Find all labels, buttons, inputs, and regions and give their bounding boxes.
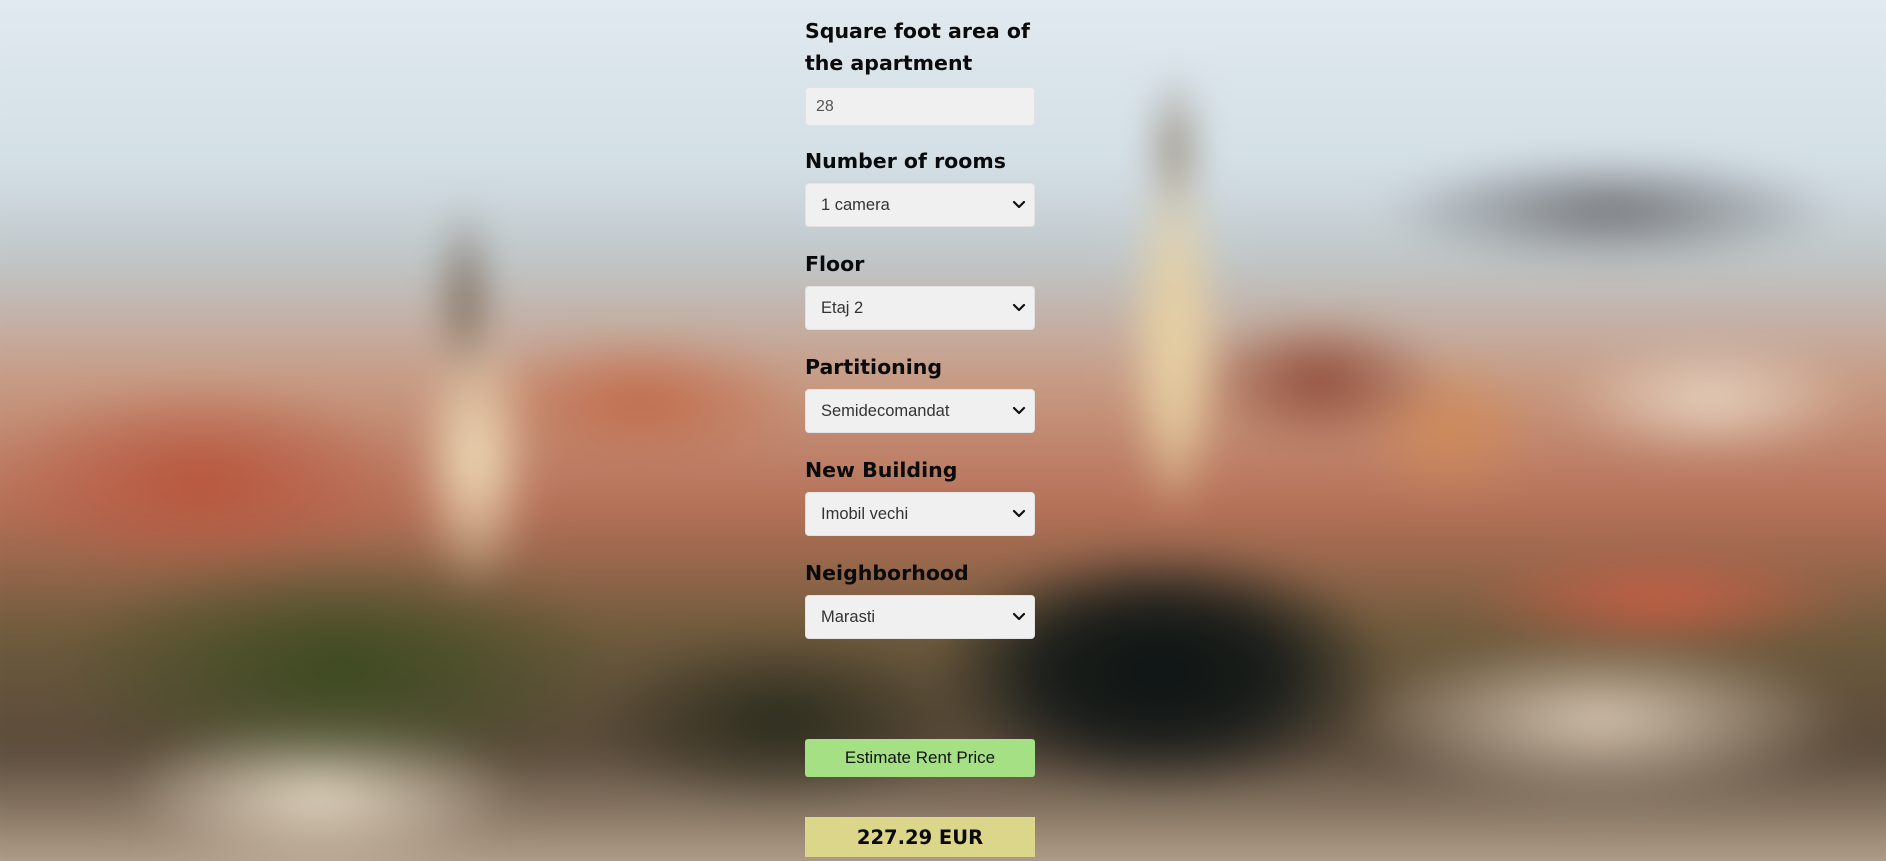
floor-selected-value: Etaj 2 xyxy=(821,298,864,317)
neighborhood-group: Neighborhood Marasti xyxy=(805,557,1037,639)
partitioning-select[interactable]: Semidecomandat xyxy=(805,389,1035,433)
partitioning-selected-value: Semidecomandat xyxy=(821,401,950,420)
area-input[interactable]: 28 xyxy=(805,87,1035,126)
floor-select[interactable]: Etaj 2 xyxy=(805,286,1035,330)
rooms-group: Number of rooms 1 camera xyxy=(805,145,1037,227)
chevron-down-icon xyxy=(1012,303,1026,312)
partitioning-group: Partitioning Semidecomandat xyxy=(805,351,1037,433)
neighborhood-select[interactable]: Marasti xyxy=(805,595,1035,639)
partitioning-label: Partitioning xyxy=(805,355,943,379)
floor-group: Floor Etaj 2 xyxy=(805,248,1037,330)
new-building-group: New Building Imobil vechi xyxy=(805,454,1037,536)
estimated-price-result: 227.29 EUR xyxy=(805,817,1035,857)
new-building-select[interactable]: Imobil vechi xyxy=(805,492,1035,536)
chevron-down-icon xyxy=(1012,509,1026,518)
floor-label: Floor xyxy=(805,252,865,276)
rooms-label: Number of rooms xyxy=(805,149,1006,173)
new-building-label: New Building xyxy=(805,458,958,482)
rooms-selected-value: 1 camera xyxy=(821,195,890,214)
chevron-down-icon xyxy=(1012,612,1026,621)
chevron-down-icon xyxy=(1012,406,1026,415)
area-group: Square foot area of the apartment 28 xyxy=(805,15,1037,126)
neighborhood-selected-value: Marasti xyxy=(821,607,876,626)
new-building-selected-value: Imobil vechi xyxy=(821,504,909,523)
chevron-down-icon xyxy=(1012,200,1026,209)
neighborhood-label: Neighborhood xyxy=(805,561,969,585)
estimate-rent-price-button[interactable]: Estimate Rent Price xyxy=(805,739,1035,777)
rent-estimate-form: Square foot area of the apartment 28 Num… xyxy=(805,15,1037,660)
area-label: Square foot area of the apartment xyxy=(805,19,1030,75)
rooms-select[interactable]: 1 camera xyxy=(805,183,1035,227)
